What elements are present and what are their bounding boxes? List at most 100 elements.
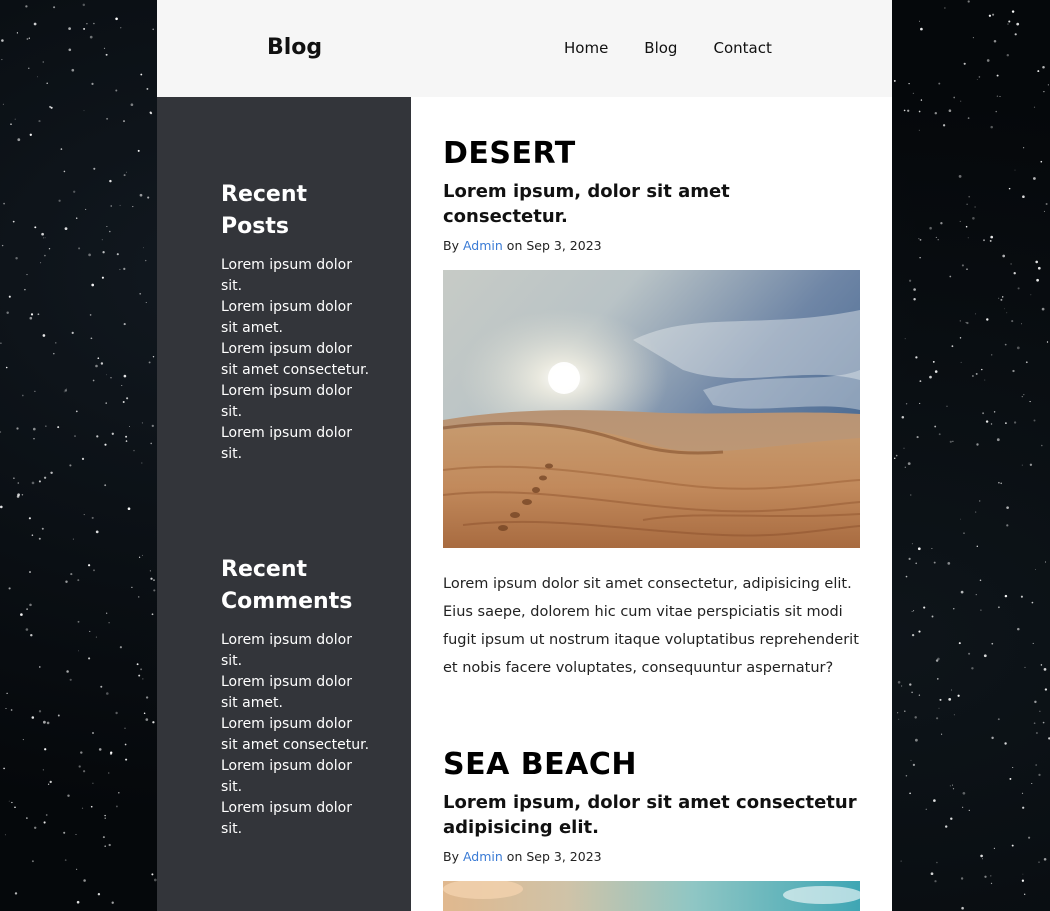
star [106,117,109,120]
nav-link-contact[interactable]: Contact [713,37,771,59]
star [1000,298,1003,301]
star [58,199,61,202]
star [951,345,954,348]
star [915,562,917,565]
star [1037,70,1040,73]
star [904,338,906,340]
star [919,257,921,259]
star [940,222,943,225]
star [91,82,94,85]
star [21,494,24,496]
site-logo[interactable]: Blog [267,33,322,63]
star [938,707,940,709]
star [1006,524,1009,527]
star [28,37,30,39]
star [998,297,1000,299]
star [34,826,37,829]
star [5,707,7,710]
star [953,608,955,610]
recent-comment-item[interactable]: Lorem ipsum dolor sit. [221,756,371,798]
star [1029,463,1033,466]
star [14,118,16,120]
page-container: Blog Home Blog Contact Recent Posts Lore… [157,0,892,911]
star [92,379,95,382]
star [43,821,46,824]
post-desert: DESERT Lorem ipsum, dolor sit amet conse… [443,135,860,697]
star [127,507,131,511]
star [996,74,999,77]
recent-comments-heading: Recent Comments [221,557,353,614]
star [976,443,979,446]
star [1035,260,1039,264]
star [1044,688,1048,691]
star [993,411,996,413]
recent-comment-item[interactable]: Lorem ipsum dolor sit amet consectetur. [221,714,371,756]
star [83,27,86,30]
star [900,860,902,862]
star [1006,53,1010,57]
nav-link-blog[interactable]: Blog [644,37,677,59]
star [920,27,923,31]
star [63,831,66,834]
star [1041,307,1045,311]
post-title[interactable]: SEA BEACH [443,746,860,784]
recent-post-item[interactable]: Lorem ipsum dolor sit. [221,423,371,465]
star [83,770,86,773]
recent-comment-item[interactable]: Lorem ipsum dolor sit amet. [221,672,371,714]
star [925,808,927,810]
star [26,274,28,276]
star [919,239,922,241]
star [914,716,917,719]
recent-post-item[interactable]: Lorem ipsum dolor sit amet consectetur. [221,339,371,381]
star [949,275,952,278]
star [106,226,108,227]
star [1031,601,1034,604]
meta-by: By [443,849,459,864]
star [945,825,948,828]
star [918,630,921,633]
star [1033,419,1036,422]
sea-beach-photo-icon [443,881,860,911]
recent-post-item[interactable]: Lorem ipsum dolor sit. [221,381,371,423]
star [951,784,953,786]
star [149,111,152,114]
star [110,751,113,754]
recent-post-item[interactable]: Lorem ipsum dolor sit amet. [221,297,371,339]
star [140,73,143,76]
star [929,226,932,230]
star [102,251,105,254]
star [934,111,938,115]
star [968,652,971,655]
star [104,484,107,487]
star [0,342,2,344]
star [33,22,37,26]
star [936,678,939,680]
star [81,807,84,809]
star [1013,421,1017,424]
star [71,331,74,334]
nav-link-home[interactable]: Home [564,37,608,59]
star [6,692,8,694]
star [1022,806,1025,809]
author-link[interactable]: Admin [463,238,503,253]
star [102,836,105,839]
recent-post-item[interactable]: Lorem ipsum dolor sit. [221,255,371,297]
post-title[interactable]: DESERT [443,135,860,173]
star [31,481,35,485]
star [985,420,989,423]
star [45,814,48,816]
recent-comment-item[interactable]: Lorem ipsum dolor sit. [221,798,371,840]
star [37,313,40,316]
star [961,906,964,910]
recent-comment-item[interactable]: Lorem ipsum dolor sit. [221,630,371,672]
star [959,220,961,222]
star [1033,106,1036,108]
author-link[interactable]: Admin [463,849,503,864]
star [98,748,102,751]
star [28,517,31,520]
star [1037,266,1041,270]
star [979,579,982,582]
star [944,7,946,9]
star [92,782,94,785]
star [150,442,152,445]
